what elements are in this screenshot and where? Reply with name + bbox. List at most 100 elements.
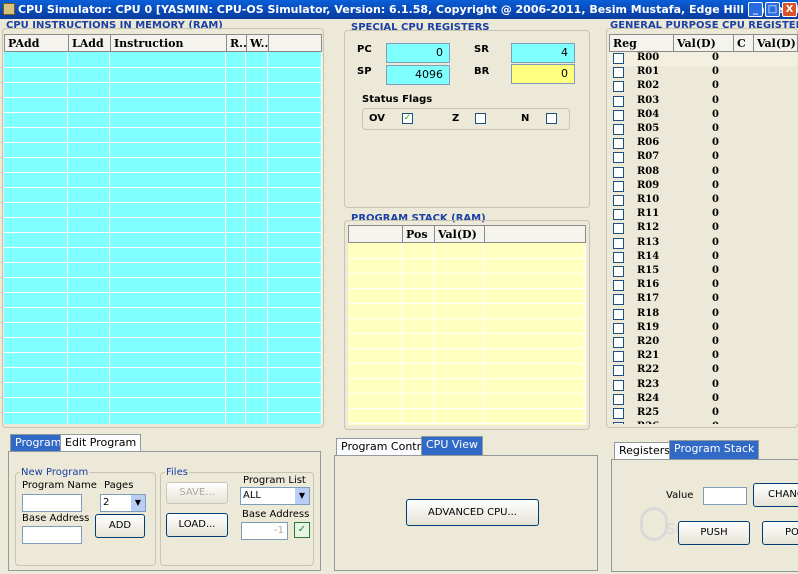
gp-register-row[interactable]: R07 0 [609,151,797,165]
gp-register-row[interactable]: R13 0 [609,237,797,251]
stack-row[interactable] [348,393,586,409]
gp-register-row[interactable]: R10 0 [609,194,797,208]
gp-register-row[interactable]: R04 0 [609,109,797,123]
stack-row[interactable] [348,258,586,274]
pop-button[interactable]: POP [762,521,798,545]
stack-col-pos[interactable]: Pos [403,226,435,244]
tab-registers[interactable]: Registers [614,442,676,459]
instruction-row[interactable] [4,82,322,98]
n-checkbox[interactable] [546,113,557,124]
stack-row[interactable] [348,333,586,349]
value-input[interactable] [703,487,747,505]
gp-register-checkbox[interactable] [613,266,624,277]
col-ladd[interactable]: LAdd [69,35,111,53]
gp-register-checkbox[interactable] [613,124,624,135]
stack-col-val[interactable]: Val(D) [435,226,485,244]
gp-register-checkbox[interactable] [613,95,624,107]
instruction-row[interactable] [4,217,322,233]
gp-register-checkbox[interactable] [613,152,624,164]
save-button[interactable]: SAVE... [166,482,228,504]
push-button[interactable]: PUSH [678,521,750,545]
close-button[interactable]: X [782,2,797,17]
gp-register-checkbox[interactable] [613,81,624,93]
instruction-row[interactable] [4,382,322,398]
gp-register-row[interactable]: R14 0 [609,251,797,265]
stack-row[interactable] [348,408,586,424]
gp-register-row[interactable]: R00 0 [609,52,797,66]
gp-register-row[interactable]: R15 0 [609,265,797,279]
stack-row[interactable] [348,348,586,364]
instruction-row[interactable] [4,112,322,128]
gp-register-row[interactable]: R18 0 [609,308,797,322]
gp-register-checkbox[interactable] [613,237,624,249]
tab-program[interactable]: Program [10,434,67,451]
gp-register-row[interactable]: R21 0 [609,350,797,364]
stack-row[interactable] [348,363,586,379]
instruction-row[interactable] [4,202,322,218]
gp-register-row[interactable]: R16 0 [609,279,797,293]
stack-row[interactable] [348,273,586,289]
gp-register-row[interactable]: R06 0 [609,137,797,151]
gp-register-checkbox[interactable] [613,280,624,292]
tab-program-stack[interactable]: Program Stack [669,440,760,459]
gp-register-checkbox[interactable] [613,294,624,306]
gp-register-checkbox[interactable] [613,195,624,206]
sr-register[interactable]: 4 [511,43,575,63]
gp-register-row[interactable]: R20 0 [609,336,797,350]
gp-register-row[interactable]: R23 0 [609,379,797,393]
instruction-row[interactable] [4,412,322,424]
gp-register-row[interactable]: R08 0 [609,166,797,180]
instruction-row[interactable] [4,67,322,83]
minimize-button[interactable]: _ [748,2,763,17]
gp-col-reg[interactable]: Reg [610,35,674,53]
change-button[interactable]: CHANGE [753,483,798,507]
add-button[interactable]: ADD [95,514,145,538]
base-address-input[interactable] [22,526,82,544]
instruction-row[interactable] [4,307,322,323]
gp-register-checkbox[interactable] [613,138,624,150]
instruction-row[interactable] [4,52,322,68]
gp-register-checkbox[interactable] [613,223,624,235]
load-button[interactable]: LOAD... [166,513,228,537]
gp-register-checkbox[interactable] [613,322,624,334]
instructions-list[interactable] [4,52,322,424]
gp-col-val[interactable]: Val(D) [674,35,734,53]
col-write[interactable]: W.. [247,35,269,53]
stack-col-blank[interactable] [349,226,403,244]
instruction-row[interactable] [4,187,322,203]
instruction-row[interactable] [4,397,322,413]
instruction-row[interactable] [4,292,322,308]
gp-register-row[interactable]: R03 0 [609,95,797,109]
instruction-row[interactable] [4,142,322,158]
instruction-row[interactable] [4,367,322,383]
gp-register-checkbox[interactable] [613,337,624,348]
tab-cpu-view[interactable]: CPU View [421,436,483,455]
chevron-down-icon[interactable]: ▼ [131,495,145,511]
stack-row[interactable] [348,318,586,334]
instruction-row[interactable] [4,352,322,368]
instruction-row[interactable] [4,232,322,248]
gp-register-checkbox[interactable] [613,53,624,64]
gp-register-row[interactable]: R12 0 [609,222,797,236]
stack-list[interactable] [348,243,586,425]
instruction-row[interactable] [4,127,322,143]
instruction-row[interactable] [4,172,322,188]
gp-register-checkbox[interactable] [613,422,624,424]
advanced-cpu-button[interactable]: ADVANCED CPU... [406,499,539,526]
col-read[interactable]: R.. [227,35,247,53]
z-checkbox[interactable] [475,113,486,124]
instruction-row[interactable] [4,262,322,278]
gp-register-checkbox[interactable] [613,251,624,263]
gp-register-checkbox[interactable] [613,109,624,121]
gp-register-checkbox[interactable] [613,180,624,192]
gp-register-checkbox[interactable] [613,166,624,178]
instruction-row[interactable] [4,157,322,173]
program-list-select[interactable]: ALL ▼ [240,487,310,505]
gp-col-c[interactable]: C [734,35,754,53]
col-padd[interactable]: PAdd [5,35,69,53]
gp-register-row[interactable]: R25 0 [609,407,797,421]
gp-register-row[interactable]: R19 0 [609,322,797,336]
gp-register-row[interactable]: R11 0 [609,208,797,222]
gp-register-row[interactable]: R09 0 [609,180,797,194]
ov-checkbox[interactable]: ✓ [402,113,413,124]
